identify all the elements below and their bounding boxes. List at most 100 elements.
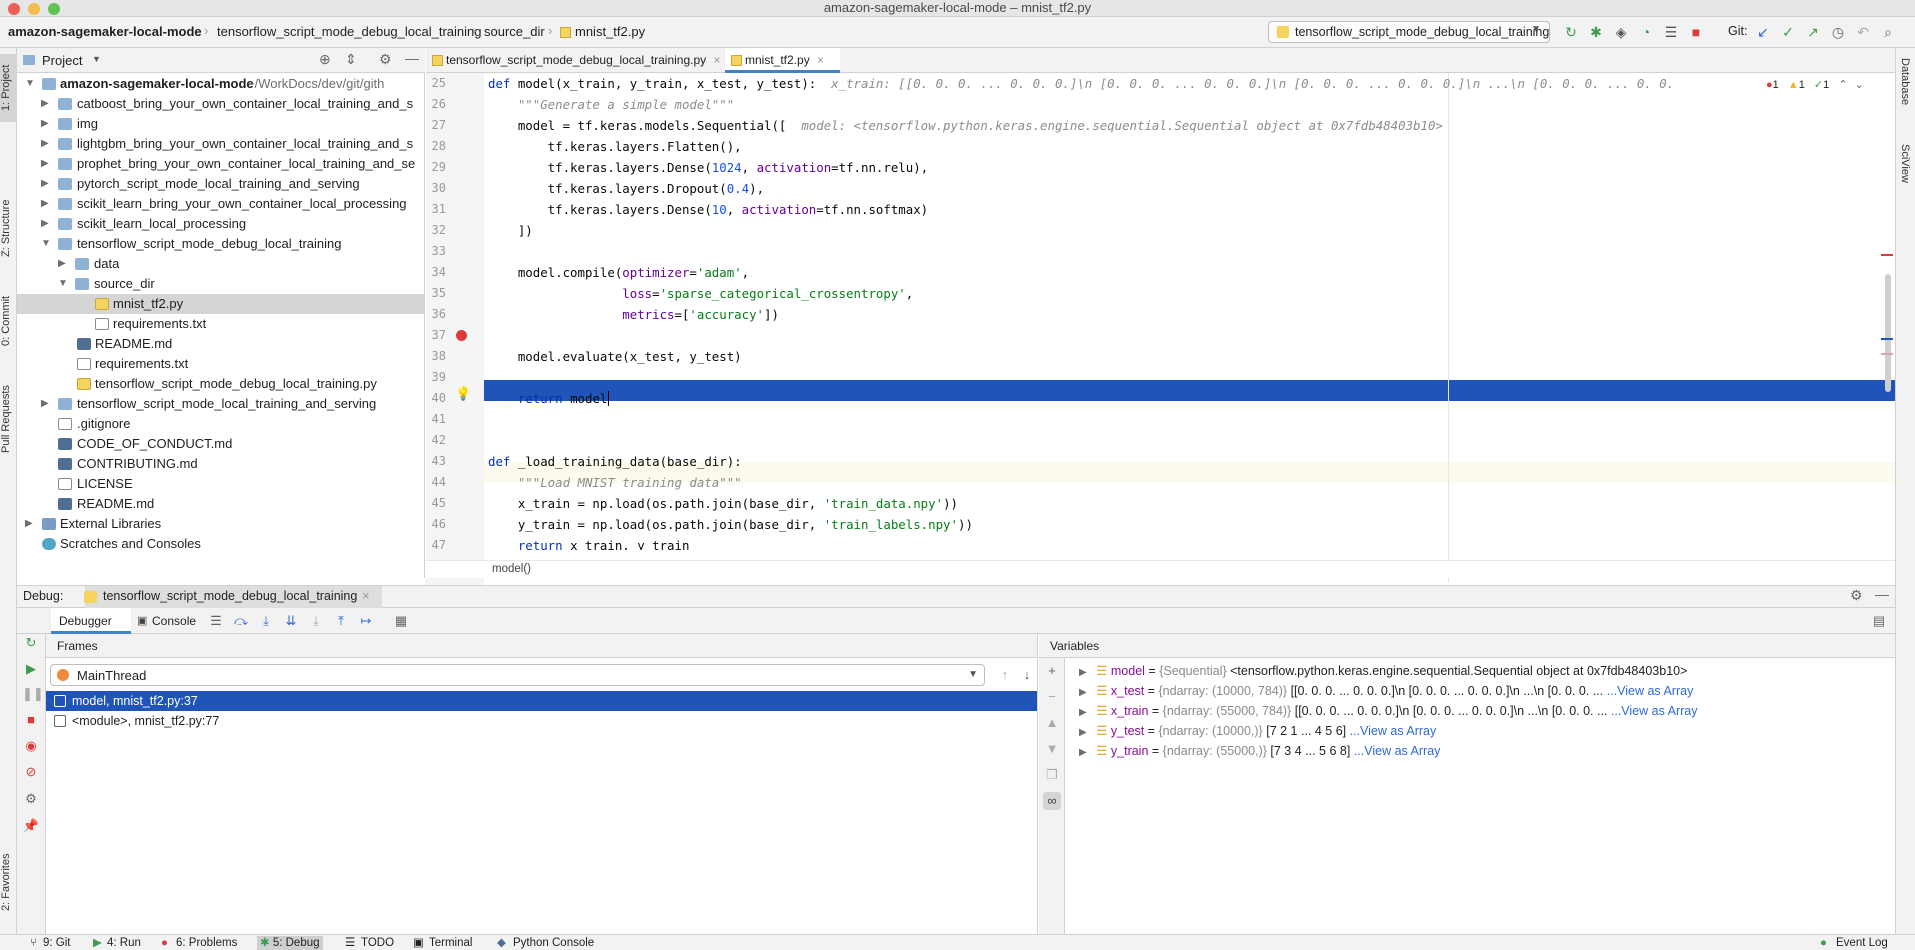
- code-line-38[interactable]: model.evaluate(x_test, y_test): [488, 346, 742, 367]
- pin-icon[interactable]: 📌: [22, 817, 40, 835]
- move-down-icon[interactable]: ▼: [1043, 740, 1061, 758]
- pause-icon[interactable]: ❚❚: [22, 685, 44, 703]
- evaluate-expression-icon[interactable]: ▦: [392, 612, 410, 630]
- tree-item-file[interactable]: requirements.txt: [17, 354, 424, 374]
- tree-item-folder[interactable]: ▶ pytorch_script_mode_local_training_and_…: [17, 174, 424, 194]
- tree-item-folder[interactable]: ▶ prophet_bring_your_own_container_local_…: [17, 154, 424, 174]
- code-line-37[interactable]: model.fit(x_train, y_train): [488, 325, 719, 346]
- expand-arrow-icon[interactable]: ▶: [1079, 667, 1087, 678]
- hide-icon[interactable]: —: [405, 50, 419, 66]
- close-icon[interactable]: ×: [362, 588, 370, 603]
- tab-sciview[interactable]: SciView: [1899, 144, 1911, 183]
- git-rollback-icon[interactable]: ↶: [1855, 24, 1871, 40]
- maximize-window-button[interactable]: [48, 3, 60, 15]
- tree-item-file-selected[interactable]: mnist_tf2.py: [17, 294, 424, 314]
- tree-item-file[interactable]: LICENSE: [17, 474, 424, 494]
- view-as-array-link[interactable]: ...View as Array: [1350, 724, 1437, 738]
- code-line-46[interactable]: y_train = np.load(os.path.join(base_dir,…: [488, 514, 973, 535]
- coverage-icon[interactable]: ◈: [1613, 24, 1629, 40]
- tab-favorites[interactable]: 2: Favorites: [0, 842, 17, 922]
- tree-item-folder[interactable]: ▼ tensorflow_script_mode_debug_local_trai…: [17, 234, 424, 254]
- chevron-down-icon[interactable]: ⌄: [1855, 79, 1864, 91]
- status-debug[interactable]: ✱ 5: Debug: [257, 936, 323, 950]
- variable-row[interactable]: ▶ ☰ y_test = {ndarray: (10000,)} [7 2 1 …: [1079, 721, 1885, 741]
- project-view-title[interactable]: Project: [42, 53, 82, 68]
- restore-layout-icon[interactable]: ▤: [1870, 612, 1888, 630]
- tree-item-file[interactable]: .gitignore: [17, 414, 424, 434]
- expand-arrow-icon[interactable]: ▶: [1079, 727, 1087, 738]
- close-icon[interactable]: ×: [714, 53, 721, 67]
- variable-row[interactable]: ▶ ☰ x_test = {ndarray: (10000, 784)} [[0…: [1079, 681, 1885, 701]
- rerun-icon[interactable]: ↻: [1563, 24, 1579, 40]
- layout-icon[interactable]: ☰: [207, 612, 225, 630]
- stop-icon[interactable]: ■: [1688, 24, 1704, 40]
- tree-item-folder[interactable]: ▼ source_dir: [17, 274, 424, 294]
- tab-commit[interactable]: 0: Commit: [0, 286, 17, 356]
- code-line-30[interactable]: tf.keras.layers.Dropout(0.4),: [488, 178, 764, 199]
- tab-structure[interactable]: Z: Structure: [0, 188, 17, 268]
- run-configuration-select[interactable]: tensorflow_script_mode_debug_local_train…: [1268, 21, 1550, 43]
- status-event-log[interactable]: Event Log: [1836, 936, 1888, 950]
- tree-item-folder[interactable]: ▶ scikit_learn_local_processing: [17, 214, 424, 234]
- scrollbar-thumb[interactable]: [1885, 274, 1891, 392]
- close-icon[interactable]: ×: [817, 53, 824, 67]
- code-line-26[interactable]: """Generate a simple model""": [488, 94, 734, 115]
- close-window-button[interactable]: [8, 3, 20, 15]
- step-over-icon[interactable]: ⤼: [232, 612, 250, 630]
- tree-item-folder[interactable]: ▶ scikit_learn_bring_your_own_container_l…: [17, 194, 424, 214]
- stop-icon[interactable]: ■: [22, 711, 40, 729]
- collapse-all-icon[interactable]: ⇕: [345, 51, 357, 68]
- editor-gutter[interactable]: 25 26 27 28 29 30 31 32 33 34 35 36 37 3…: [426, 73, 484, 608]
- code-line-44[interactable]: """Load MNIST training data""": [488, 472, 742, 493]
- view-as-array-link[interactable]: ...View as Array: [1611, 704, 1698, 718]
- settings-icon[interactable]: ⚙: [22, 790, 40, 808]
- tab-debug-local-training-py[interactable]: tensorflow_script_mode_debug_local_train…: [426, 48, 721, 73]
- expand-arrow-icon[interactable]: ▶: [1079, 707, 1087, 718]
- tree-item-file[interactable]: README.md: [17, 334, 424, 354]
- tree-item-folder[interactable]: ▶ img: [17, 114, 424, 134]
- git-update-icon[interactable]: ↙: [1755, 24, 1771, 40]
- tab-pull-requests[interactable]: Pull Requests: [0, 374, 17, 464]
- search-icon[interactable]: ⌕: [1880, 24, 1896, 40]
- tree-item-file[interactable]: requirements.txt: [17, 314, 424, 334]
- code-line-45[interactable]: x_train = np.load(os.path.join(base_dir,…: [488, 493, 958, 514]
- git-commit-icon[interactable]: ✓: [1780, 24, 1796, 40]
- tab-project[interactable]: 1: Project: [0, 54, 17, 122]
- previous-frame-icon[interactable]: ↑: [996, 666, 1014, 684]
- variable-row[interactable]: ▶ ☰ x_train = {ndarray: (55000, 784)} [[…: [1079, 701, 1885, 721]
- tab-database[interactable]: Database: [1899, 58, 1911, 105]
- tree-item-folder[interactable]: ▶ lightgbm_bring_your_own_container_local…: [17, 134, 424, 154]
- step-out-icon[interactable]: ⤒: [332, 612, 350, 630]
- variable-row[interactable]: ▶ ☰ y_train = {ndarray: (55000,)} [7 3 4…: [1079, 741, 1885, 761]
- tree-item-file[interactable]: tensorflow_script_mode_debug_local_train…: [17, 374, 424, 394]
- status-todo[interactable]: TODO: [361, 936, 394, 950]
- tree-item-libraries[interactable]: ▶ External Libraries: [17, 514, 424, 534]
- expand-arrow-icon[interactable]: ▶: [1079, 687, 1087, 698]
- copy-icon[interactable]: ❐: [1043, 766, 1061, 784]
- code-line-36[interactable]: metrics=['accuracy']): [488, 304, 779, 325]
- minimize-window-button[interactable]: [28, 3, 40, 15]
- code-line-29[interactable]: tf.keras.layers.Dense(1024, activation=t…: [488, 157, 928, 178]
- view-as-array-link[interactable]: ...View as Array: [1354, 744, 1441, 758]
- step-into-icon[interactable]: ⤓: [257, 612, 275, 630]
- breadcrumb-project[interactable]: amazon-sagemaker-local-mode: [8, 24, 202, 39]
- add-watch-icon[interactable]: +: [1043, 662, 1061, 680]
- thread-select[interactable]: MainThread ▼: [50, 664, 985, 686]
- expand-arrow-icon[interactable]: ▶: [1079, 747, 1087, 758]
- lightbulb-icon[interactable]: 💡: [455, 386, 471, 402]
- tree-item-folder[interactable]: ▶ data: [17, 254, 424, 274]
- resume-icon[interactable]: ▶: [22, 660, 40, 678]
- status-terminal[interactable]: Terminal: [429, 936, 472, 950]
- gear-icon[interactable]: ⚙: [379, 51, 392, 68]
- status-git[interactable]: 9: Git: [43, 936, 70, 950]
- tree-item-file[interactable]: CODE_OF_CONDUCT.md: [17, 434, 424, 454]
- code-line-47[interactable]: return x_train, y_train: [488, 535, 690, 550]
- run-to-cursor-icon[interactable]: ↦: [357, 612, 375, 630]
- code-line-43[interactable]: def _load_training_data(base_dir):: [488, 451, 742, 472]
- hide-icon[interactable]: —: [1875, 586, 1889, 602]
- editor-breadcrumb[interactable]: model(): [492, 563, 531, 575]
- breadcrumb-file[interactable]: mnist_tf2.py: [575, 24, 645, 39]
- next-frame-icon[interactable]: ↓: [1018, 666, 1036, 684]
- code-line-25[interactable]: def model(x_train, y_train, x_test, y_te…: [488, 73, 1674, 94]
- remove-watch-icon[interactable]: −: [1043, 688, 1061, 706]
